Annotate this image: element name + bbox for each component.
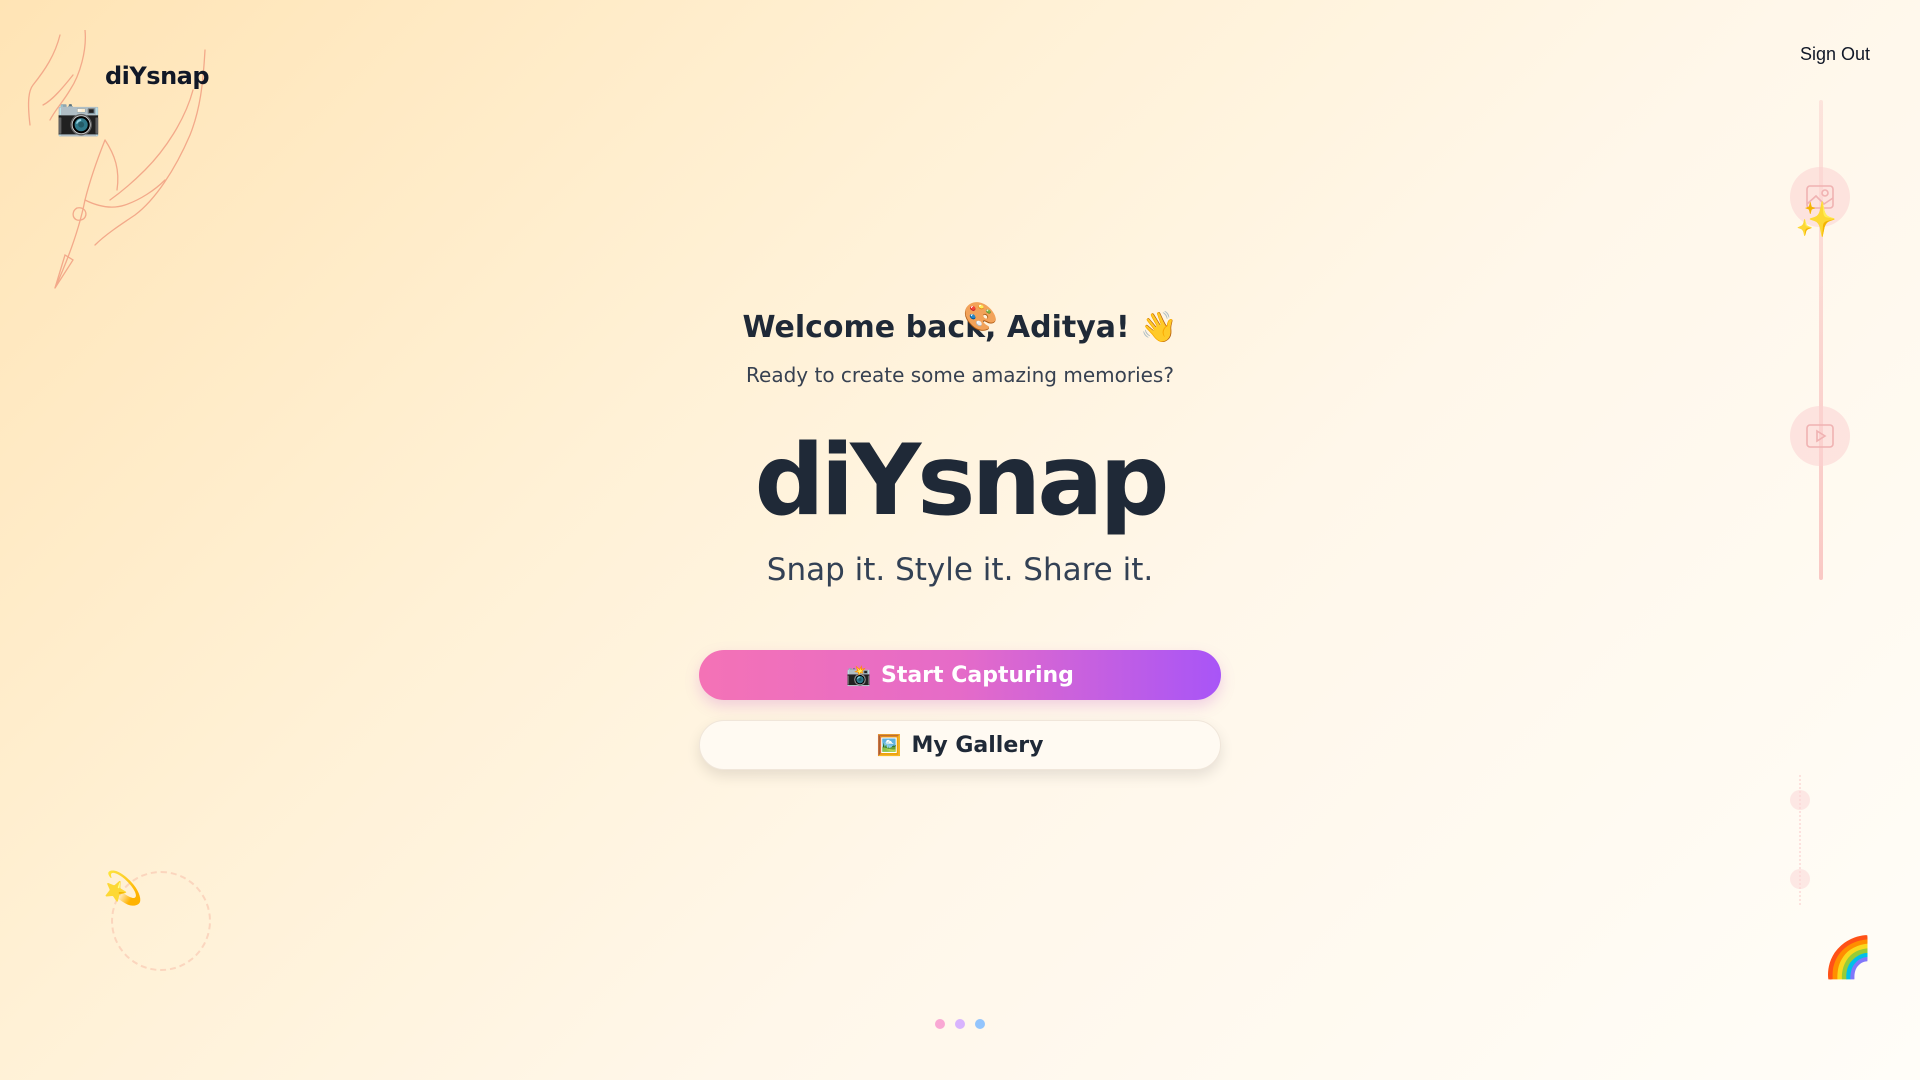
hero-title: diYsnap [754,424,1169,538]
tagline: Snap it. Style it. Share it. [766,552,1154,588]
dizzy-icon: 💫 [103,869,143,907]
palette-icon: 🎨 [963,300,998,333]
rail-dot [1790,869,1810,889]
camera-icon: 📷 [56,97,101,138]
start-capturing-label: Start Capturing [880,662,1074,688]
pager-dot [975,1019,985,1029]
pager-dot [955,1019,965,1029]
loading-dots [0,1019,1920,1029]
start-capturing-button[interactable]: 📸 Start Capturing [699,650,1221,700]
rail-dot [1790,790,1810,810]
framed-picture-icon: 🖼️ [876,733,902,757]
welcome-message: Welcome back, Aditya! 👋 [742,310,1178,345]
pager-dot [935,1019,945,1029]
camera-flash-icon: 📸 [846,663,871,687]
my-gallery-button[interactable]: 🖼️ My Gallery [699,720,1221,770]
brand-logo[interactable]: diYsnap [105,62,210,90]
welcome-subtitle: Ready to create some amazing memories? [746,363,1174,387]
my-gallery-label: My Gallery [911,732,1044,758]
rainbow-icon: 🌈 [1823,935,1873,981]
sign-out-button[interactable]: Sign Out [1800,44,1870,65]
sparkles-icon: ✨ [1795,200,1838,240]
home-page: diYsnap 📷 Sign Out ✨ 🌈 💫 Welcome back, A… [0,0,1920,1080]
